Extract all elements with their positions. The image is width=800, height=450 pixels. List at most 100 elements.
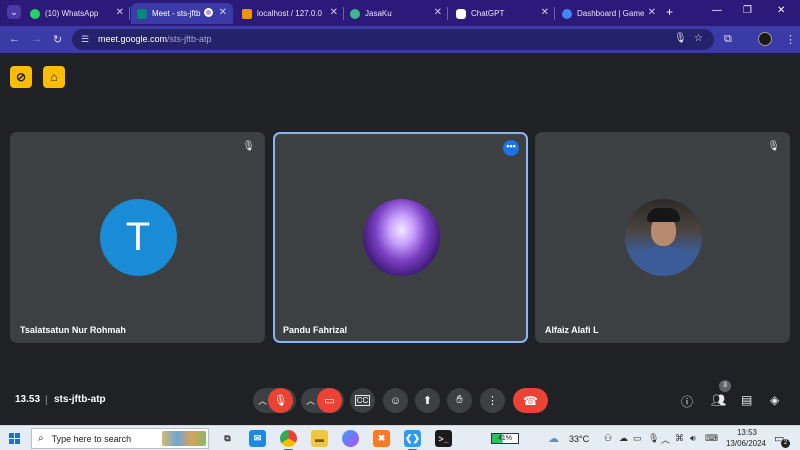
camera-toggle-button[interactable]: ▭ xyxy=(317,388,342,413)
activities-icon[interactable]: ◈ xyxy=(770,393,779,407)
more-options-icon[interactable]: ••• xyxy=(503,140,519,156)
participant-name: Pandu Fahrizal xyxy=(283,325,348,335)
hangup-icon: ☎ xyxy=(523,393,538,408)
door-exit-icon[interactable]: ⌂ xyxy=(43,66,65,88)
window-close-button[interactable]: ✕ xyxy=(777,5,785,16)
tab-separator xyxy=(447,7,448,20)
chevron-up-icon[interactable]: ︿ xyxy=(661,433,670,446)
close-icon[interactable]: ✕ xyxy=(330,7,338,18)
tab-chatgpt[interactable]: ChatGPT ✕ xyxy=(450,3,555,24)
avatar-initial: T xyxy=(125,215,151,259)
phpmyadmin-icon xyxy=(242,8,252,19)
close-icon[interactable]: ✕ xyxy=(219,7,227,18)
temperature-text[interactable]: 33°C xyxy=(569,434,589,444)
people-icon[interactable]: 👥︎ xyxy=(711,393,726,407)
file-explorer-icon[interactable]: ▬ xyxy=(311,430,328,447)
battery-tray-icon[interactable]: ▭ xyxy=(633,433,642,444)
browser-menu-icon[interactable]: ⋮ xyxy=(785,33,796,46)
photo-avatar xyxy=(624,199,702,276)
restore-button[interactable]: ❐ xyxy=(743,5,752,16)
close-icon[interactable]: ✕ xyxy=(648,7,656,18)
meeting-code: sts-jftb-atp xyxy=(54,394,106,405)
close-icon[interactable]: ✕ xyxy=(116,7,124,18)
hand-icon: ✋︎ xyxy=(456,394,463,406)
keyboard-icon[interactable]: ⌨ xyxy=(705,433,718,444)
tab-title: (10) WhatsApp xyxy=(45,9,99,18)
avatar-cap xyxy=(646,208,680,222)
people-tray-icon[interactable]: ⚇ xyxy=(604,433,612,444)
browser-toolbar: ← → ↻ ☰ meet.google.com/sts-jftb-atp 🎙︎ … xyxy=(0,26,800,53)
clock-separator: | xyxy=(45,395,48,406)
close-icon[interactable]: ✕ xyxy=(434,7,442,18)
recording-indicator-icon xyxy=(204,8,213,17)
network-icon[interactable]: ⌘ xyxy=(675,433,684,444)
tab-whatsapp[interactable]: (10) WhatsApp ✕ xyxy=(24,3,130,24)
tab-jasaku[interactable]: JasaKu ✕ xyxy=(344,3,448,24)
microphone-toggle-button[interactable]: 🎙︎ xyxy=(268,388,293,413)
tab-title: localhost / 127.0.0 xyxy=(257,9,322,18)
camera-off-icon: ▭ xyxy=(324,395,335,407)
present-screen-button[interactable]: ⬆ xyxy=(415,388,440,413)
task-view-icon[interactable]: ⧉ xyxy=(219,430,236,447)
raise-hand-button[interactable]: ✋︎ xyxy=(447,388,472,413)
vscode-icon[interactable]: ❮❯ xyxy=(404,430,421,450)
extensions-icon[interactable]: ⧉ xyxy=(724,33,732,46)
microphone-tray-icon[interactable]: 🎙︎ xyxy=(648,433,659,444)
terminal-icon[interactable]: >_ xyxy=(435,430,452,447)
tab-search-button[interactable]: ⌄ xyxy=(7,5,21,19)
forward-button[interactable]: → xyxy=(31,33,42,45)
info-icon[interactable]: ⓘ xyxy=(681,393,693,410)
chevron-up-icon[interactable]: ︿ xyxy=(258,394,267,407)
participant-tile-speaking[interactable]: ••• Pandu Fahrizal xyxy=(273,132,528,343)
tab-title: JasaKu xyxy=(365,9,392,18)
chrome-icon[interactable] xyxy=(280,430,297,450)
search-icon: ⌕ xyxy=(38,433,44,444)
chatgpt-icon xyxy=(456,8,466,19)
tab-separator xyxy=(554,7,555,20)
system-date[interactable]: 13/06/2024 xyxy=(722,439,770,448)
leave-call-button[interactable]: ☎ xyxy=(513,388,548,413)
mail-icon[interactable]: ✉ xyxy=(249,430,266,447)
notification-badge: 2 xyxy=(781,439,790,448)
new-tab-button[interactable]: + xyxy=(666,5,673,19)
tab-title: ChatGPT xyxy=(471,9,505,18)
tab-localhost[interactable]: localhost / 127.0.0 ✕ xyxy=(236,3,344,24)
reload-button[interactable]: ↻ xyxy=(53,33,62,46)
copilot-icon[interactable] xyxy=(342,430,359,447)
tab-meet[interactable]: Meet - sts-jftb ✕ xyxy=(131,3,233,24)
profile-avatar[interactable] xyxy=(758,32,772,46)
bookmark-star-icon[interactable]: ☆ xyxy=(694,33,703,44)
microphone-icon[interactable]: 🎙︎ xyxy=(674,33,687,44)
minimize-button[interactable]: — xyxy=(712,5,722,16)
participant-name: Tsalatsatun Nur Rohmah xyxy=(20,325,126,335)
battery-indicator[interactable]: 41% xyxy=(491,433,519,444)
no-camera-warning-icon[interactable]: ⊘ xyxy=(10,66,32,88)
chat-icon[interactable]: ▤ xyxy=(741,393,752,407)
captions-button[interactable]: CC xyxy=(350,388,375,413)
present-icon: ⬆ xyxy=(422,395,433,407)
participant-name: Alfaiz Alafi L xyxy=(545,325,599,335)
more-options-button[interactable]: ⋮ xyxy=(480,388,505,413)
meet-icon xyxy=(137,8,147,19)
windows-start-icon[interactable] xyxy=(9,433,20,444)
reactions-button[interactable]: ☺ xyxy=(383,388,408,413)
site-info-icon[interactable]: ☰ xyxy=(81,34,89,45)
weather-cloud-icon[interactable]: ☁ xyxy=(548,432,559,445)
xampp-icon[interactable]: ✖ xyxy=(373,430,390,447)
mic-off-icon: 🎙︎ xyxy=(242,141,255,152)
search-highlight-image xyxy=(162,431,206,446)
tab-dashboard[interactable]: Dashboard | Game ✕ xyxy=(556,3,662,24)
letter-avatar: T xyxy=(99,199,177,276)
chevron-up-icon[interactable]: ︿ xyxy=(306,394,315,407)
participant-tile[interactable]: 🎙︎ T Tsalatsatun Nur Rohmah xyxy=(10,132,265,343)
system-time[interactable]: 13:53 xyxy=(727,428,767,437)
volume-icon[interactable]: 🔊︎ xyxy=(690,433,696,444)
back-button[interactable]: ← xyxy=(9,33,20,45)
captions-icon: CC xyxy=(354,395,371,406)
close-icon[interactable]: ✕ xyxy=(541,7,549,18)
address-bar[interactable]: ☰ meet.google.com/sts-jftb-atp 🎙︎ ☆ xyxy=(72,29,714,50)
meeting-clock: 13.53 xyxy=(15,394,41,405)
taskbar-search-input[interactable]: ⌕ Type here to search xyxy=(31,428,209,449)
cloud-icon[interactable]: ☁ xyxy=(619,433,628,444)
participant-tile[interactable]: 🎙︎ Alfaiz Alafi L xyxy=(535,132,790,343)
